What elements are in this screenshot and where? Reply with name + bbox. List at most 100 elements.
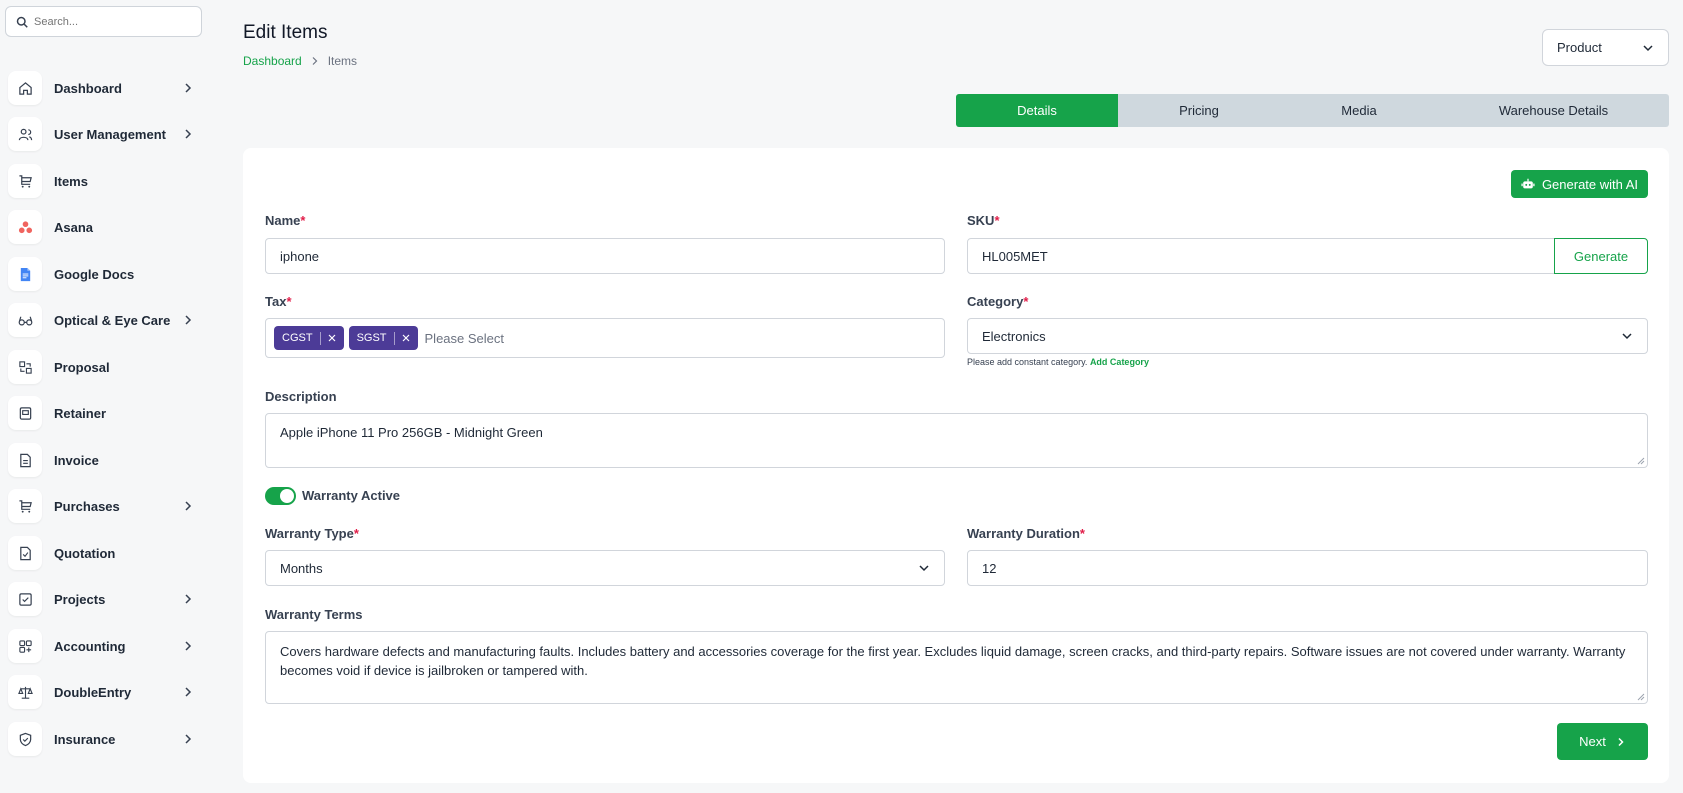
category-value: Electronics — [982, 328, 1046, 344]
sku-label-text: SKU — [967, 213, 995, 228]
glasses-icon — [8, 303, 42, 337]
close-icon[interactable] — [402, 334, 410, 342]
name-field[interactable]: iphone — [265, 238, 945, 274]
close-icon[interactable] — [328, 334, 336, 342]
warranty-type-select[interactable]: Months — [265, 550, 945, 586]
chevron-down-icon — [919, 565, 929, 572]
chevron-right-icon — [185, 501, 192, 511]
category-label-text: Category — [967, 294, 1024, 309]
sidebar-item-projects[interactable]: Projects — [8, 582, 200, 616]
tax-placeholder: Please Select — [424, 330, 505, 346]
warranty-type-label: Warranty Type* — [265, 526, 359, 541]
sidebar-item-quotation[interactable]: Quotation — [8, 536, 200, 570]
next-button-label: Next — [1579, 734, 1606, 749]
sidebar-item-label: DoubleEntry — [54, 684, 132, 700]
warranty-duration-field[interactable]: 12 — [967, 550, 1648, 586]
invoice-icon — [8, 443, 42, 477]
chip-label: CGST — [282, 332, 313, 344]
generate-with-ai-button[interactable]: Generate with AI — [1511, 170, 1648, 198]
next-button[interactable]: Next — [1557, 723, 1648, 760]
generate-sku-button[interactable]: Generate — [1554, 238, 1648, 274]
accounting-icon — [8, 629, 42, 663]
tab-media[interactable]: Media — [1280, 94, 1438, 127]
cart-icon — [8, 489, 42, 523]
sidebar-item-optical[interactable]: Optical & Eye Care — [8, 303, 200, 337]
chevron-down-icon — [1622, 333, 1632, 340]
breadcrumb-dashboard-link[interactable]: Dashboard — [243, 54, 302, 68]
name-value: iphone — [280, 248, 320, 264]
category-select[interactable]: Electronics — [967, 318, 1648, 354]
sidebar-item-user-management[interactable]: User Management — [8, 117, 200, 151]
sidebar-item-items[interactable]: Items — [8, 164, 200, 198]
quotation-icon — [8, 536, 42, 570]
home-icon — [8, 71, 42, 105]
warranty-terms-textarea[interactable]: Covers hardware defects and manufacturin… — [265, 631, 1648, 704]
chevron-right-icon — [1618, 737, 1624, 746]
add-category-link[interactable]: Add Category — [1090, 357, 1149, 367]
tax-chip-sgst: SGST — [348, 326, 418, 350]
breadcrumb-current: Items — [327, 54, 358, 68]
sidebar-item-label: Proposal — [54, 359, 110, 375]
sidebar-item-label: Projects — [54, 591, 106, 607]
sidebar-item-invoice[interactable]: Invoice — [8, 443, 200, 477]
proposal-icon — [8, 350, 42, 384]
category-hint: Please add constant category. Add Catego… — [967, 357, 1149, 367]
cart-icon — [8, 164, 42, 198]
name-label-text: Name — [265, 213, 301, 228]
sidebar-item-label: Quotation — [54, 545, 116, 561]
tab-details[interactable]: Details — [956, 94, 1118, 127]
sku-field[interactable]: HL005MET — [967, 238, 1555, 274]
tab-pricing[interactable]: Pricing — [1118, 94, 1280, 127]
required-marker: * — [300, 213, 306, 228]
warranty-active-label: Warranty Active — [302, 488, 401, 503]
sidebar-item-asana[interactable]: Asana — [8, 210, 200, 244]
warranty-duration-label-text: Warranty Duration — [967, 526, 1080, 541]
sidebar-item-dashboard[interactable]: Dashboard — [8, 71, 200, 105]
page-title: Edit Items — [243, 22, 328, 43]
shield-icon — [8, 722, 42, 756]
sidebar: Dashboard User Management Items Asana Go… — [0, 0, 208, 793]
name-label: Name* — [265, 213, 305, 228]
description-label: Description — [265, 389, 337, 404]
chevron-right-icon — [312, 57, 318, 65]
warranty-terms-value: Covers hardware defects and manufacturin… — [280, 644, 1626, 678]
sidebar-item-label: Dashboard — [54, 80, 122, 96]
google-docs-icon — [8, 257, 42, 291]
chevron-right-icon — [185, 315, 192, 325]
sidebar-item-retainer[interactable]: Retainer — [8, 396, 200, 430]
tax-label-text: Tax — [265, 294, 287, 309]
item-type-select[interactable]: Product — [1542, 29, 1669, 66]
chevron-right-icon — [185, 687, 192, 697]
required-marker: * — [994, 213, 1000, 228]
sidebar-item-label: Accounting — [54, 638, 126, 654]
description-value: Apple iPhone 11 Pro 256GB - Midnight Gre… — [280, 425, 543, 440]
sidebar-item-label: Items — [54, 173, 88, 189]
asana-icon — [8, 210, 42, 244]
sidebar-item-label: Invoice — [54, 452, 99, 468]
scale-icon — [8, 675, 42, 709]
sidebar-item-google-docs[interactable]: Google Docs — [8, 257, 200, 291]
sidebar-item-accounting[interactable]: Accounting — [8, 629, 200, 663]
retainer-icon — [8, 396, 42, 430]
warranty-type-value: Months — [280, 560, 323, 576]
resize-handle-icon[interactable] — [1637, 693, 1645, 701]
description-textarea[interactable]: Apple iPhone 11 Pro 256GB - Midnight Gre… — [265, 413, 1648, 468]
item-form-card: Generate with AI Name* iphone SKU* HL005… — [243, 148, 1669, 783]
sidebar-item-insurance[interactable]: Insurance — [8, 722, 200, 756]
required-marker: * — [353, 526, 359, 541]
sidebar-item-label: Purchases — [54, 498, 120, 514]
sidebar-item-doubleentry[interactable]: DoubleEntry — [8, 675, 200, 709]
warranty-terms-label: Warranty Terms — [265, 607, 363, 622]
chevron-right-icon — [185, 129, 192, 139]
search-box[interactable] — [5, 6, 202, 37]
sidebar-item-label: Optical & Eye Care — [54, 312, 171, 328]
generate-with-ai-label: Generate with AI — [1541, 176, 1639, 192]
tab-warehouse-details[interactable]: Warehouse Details — [1438, 94, 1669, 127]
tax-multiselect[interactable]: CGST SGST Please Select — [265, 318, 945, 358]
sidebar-item-proposal[interactable]: Proposal — [8, 350, 200, 384]
sidebar-item-purchases[interactable]: Purchases — [8, 489, 200, 523]
users-icon — [8, 117, 42, 151]
warranty-active-toggle[interactable] — [265, 487, 296, 505]
resize-handle-icon[interactable] — [1637, 457, 1645, 465]
search-input[interactable] — [34, 15, 184, 28]
